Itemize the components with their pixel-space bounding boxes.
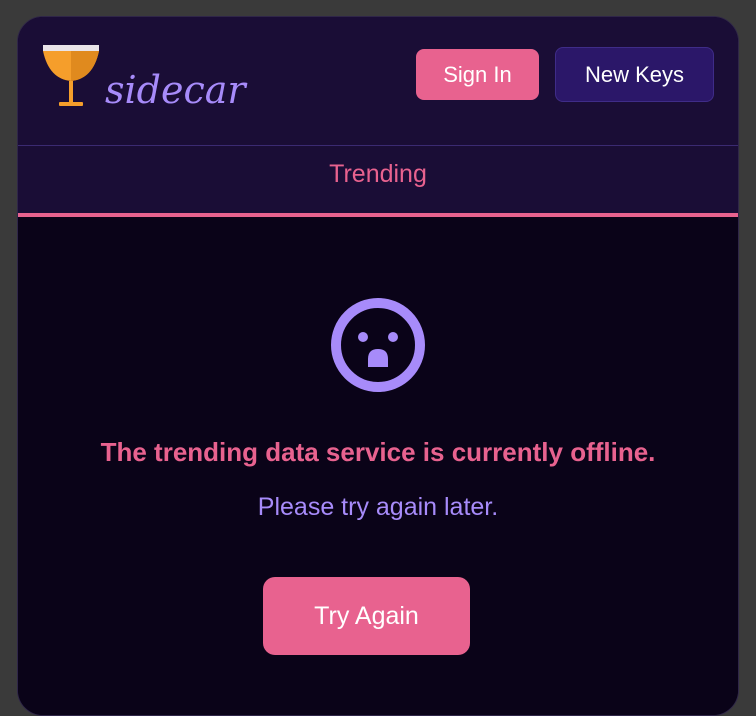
- tab-bar: Trending: [18, 146, 738, 217]
- try-again-button[interactable]: Try Again: [263, 577, 470, 655]
- cocktail-glass-icon: sidecar: [43, 45, 248, 112]
- tab-trending[interactable]: Trending: [18, 146, 738, 202]
- error-title: The trending data service is currently o…: [100, 437, 656, 467]
- sign-in-button[interactable]: Sign In: [416, 49, 539, 100]
- sidecar-logo[interactable]: sidecar: [41, 41, 281, 113]
- header: sidecar Sign In New Keys: [18, 17, 738, 146]
- error-panel: The trending data service is currently o…: [18, 217, 738, 715]
- new-keys-button[interactable]: New Keys: [555, 47, 714, 102]
- app-window: sidecar Sign In New Keys Trending The tr…: [17, 16, 739, 716]
- shocked-face-icon: [331, 298, 425, 392]
- error-subtitle: Please try again later.: [257, 493, 499, 521]
- logo-text: sidecar: [105, 68, 248, 112]
